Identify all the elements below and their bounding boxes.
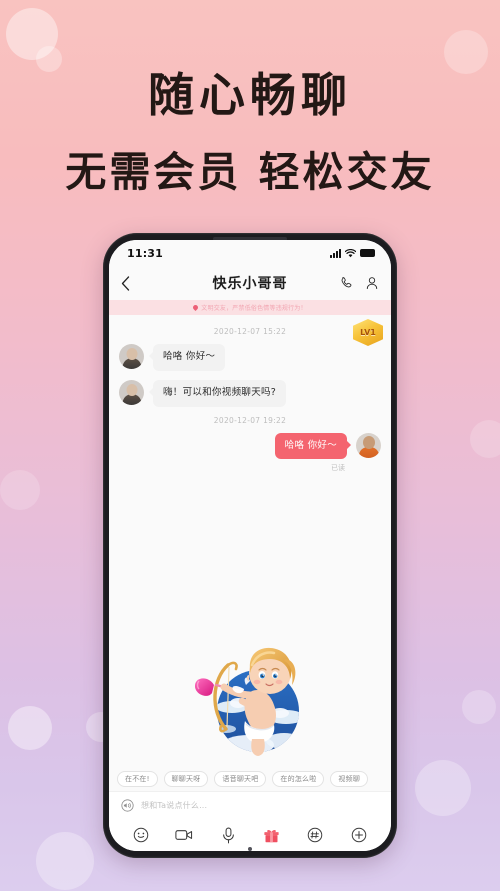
heart-icon <box>192 303 200 312</box>
voice-message-button[interactable] <box>217 824 239 846</box>
gift-button[interactable] <box>261 824 283 846</box>
status-time: 11:31 <box>127 246 164 260</box>
level-badge: LV1 <box>353 319 383 346</box>
voice-wave-icon[interactable] <box>121 799 134 812</box>
bokeh-circle <box>36 46 62 72</box>
person-icon <box>366 277 378 290</box>
plus-circle-icon <box>351 827 367 843</box>
quick-reply-chips[interactable]: 在不在! 聊聊天呀 语音聊天吧 在的怎么啦 视频聊 <box>109 767 391 791</box>
message-input-bar[interactable]: 想和Ta说点什么... <box>109 791 391 819</box>
status-bar: 11:31 <box>109 240 391 266</box>
phone-mockup: 11:31 快乐小哥哥 文明交友，严禁低俗色情等违规行为！ LV1 2020-1… <box>103 233 397 858</box>
message-input-placeholder[interactable]: 想和Ta说点什么... <box>141 800 207 811</box>
phone-screen: 11:31 快乐小哥哥 文明交友，严禁低俗色情等违规行为！ LV1 2020-1… <box>109 240 391 851</box>
bokeh-circle <box>36 832 94 890</box>
chat-message-list[interactable]: LV1 2020-12-07 15:22 哈咯 你好～ 嗨！可以和你视频聊天吗?… <box>109 315 391 767</box>
quick-reply-chip[interactable]: 在的怎么啦 <box>272 771 325 787</box>
topic-button[interactable] <box>304 824 326 846</box>
quick-reply-chip[interactable]: 语音聊天吧 <box>214 771 267 787</box>
promo-headline: 随心畅聊 <box>148 68 352 122</box>
bokeh-circle <box>462 690 496 724</box>
emoji-button[interactable] <box>130 824 152 846</box>
quick-reply-chip[interactable]: 聊聊天呀 <box>163 771 209 787</box>
bokeh-circle <box>444 30 488 74</box>
message-bubble-incoming[interactable]: 哈咯 你好～ <box>148 344 226 371</box>
phone-icon <box>341 277 352 288</box>
avatar[interactable] <box>356 432 381 458</box>
profile-button[interactable] <box>365 276 379 290</box>
call-button[interactable] <box>339 276 353 290</box>
back-button[interactable] <box>121 275 130 291</box>
chevron-left-icon <box>121 275 130 291</box>
quick-reply-chip[interactable]: 在不在! <box>117 771 158 787</box>
video-call-button[interactable] <box>173 824 195 846</box>
smiley-icon <box>133 827 149 843</box>
quick-reply-chip[interactable]: 视频聊 <box>330 771 369 787</box>
wifi-icon <box>345 248 356 257</box>
cupid-illustration <box>109 629 391 761</box>
bokeh-circle <box>470 420 500 458</box>
avatar[interactable] <box>119 344 144 369</box>
hash-circle-icon <box>308 827 323 843</box>
promo-subheadline: 无需会员 轻松交友 <box>65 148 435 196</box>
avatar[interactable] <box>119 379 144 405</box>
battery-icon <box>360 249 375 257</box>
chat-toolbar <box>109 819 391 851</box>
message-row-incoming: 哈咯 你好～ <box>119 344 381 371</box>
bokeh-circle <box>0 470 40 510</box>
message-timestamp: 2020-12-07 19:22 <box>213 415 287 425</box>
bokeh-circle <box>8 706 52 750</box>
bokeh-circle <box>415 760 471 816</box>
read-receipt: 已读 <box>331 464 345 473</box>
level-badge-label: LV1 <box>360 328 376 337</box>
microphone-icon <box>222 827 234 843</box>
signal-bars-icon <box>330 248 341 258</box>
status-icons <box>330 248 375 258</box>
message-row-outgoing: 哈咯 你好～ <box>119 432 381 460</box>
message-timestamp: 2020-12-07 15:22 <box>213 327 287 336</box>
more-button[interactable] <box>348 824 370 846</box>
safety-notice-text: 文明交友，严禁低俗色情等违规行为！ <box>201 305 307 312</box>
bokeh-circle <box>6 8 58 60</box>
safety-notice-banner: 文明交友，严禁低俗色情等违规行为！ <box>109 300 391 315</box>
message-bubble-incoming[interactable]: 嗨！可以和你视频聊天吗? <box>148 379 287 407</box>
message-bubble-outgoing[interactable]: 哈咯 你好～ <box>274 432 352 460</box>
cupid-with-bow-and-heart-arrow-icon <box>194 647 299 756</box>
video-camera-icon <box>175 830 193 840</box>
message-row-incoming: 嗨！可以和你视频聊天吗? <box>119 379 381 407</box>
gift-icon <box>264 829 279 842</box>
chat-header: 快乐小哥哥 <box>109 266 391 300</box>
